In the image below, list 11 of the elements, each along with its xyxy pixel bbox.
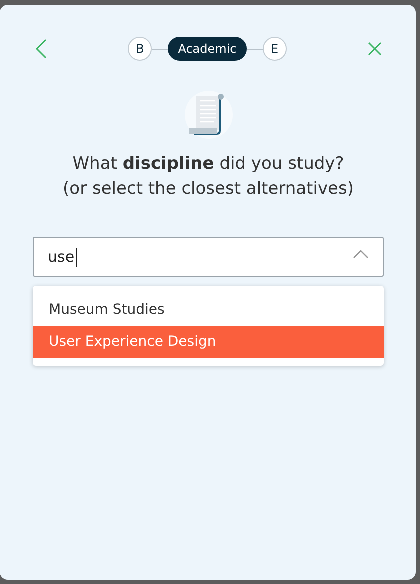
- hint-text: (or select the closest alternatives): [62, 178, 355, 201]
- question-text: What discipline did you study?: [72, 153, 346, 176]
- scroll-document-icon: [184, 91, 234, 139]
- chevron-up-icon[interactable]: [353, 250, 369, 258]
- step-indicator[interactable]: B: [128, 37, 152, 61]
- step-indicator[interactable]: E: [262, 37, 287, 61]
- close-icon[interactable]: [368, 42, 382, 56]
- step-indicator[interactable]: Academic: [168, 37, 247, 61]
- discipline-search-field[interactable]: use: [33, 237, 384, 277]
- option-item[interactable]: Museum Studies: [33, 294, 384, 326]
- back-icon[interactable]: [35, 39, 47, 59]
